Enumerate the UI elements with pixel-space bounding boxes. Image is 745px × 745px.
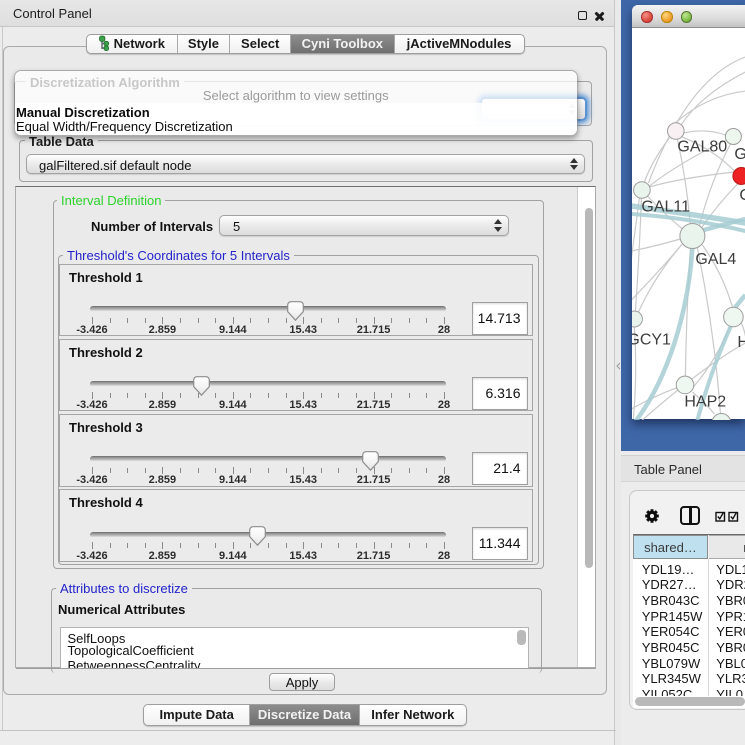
svg-text:GAL4: GAL4 xyxy=(695,251,736,268)
svg-text:HAP2: HAP2 xyxy=(684,393,726,410)
svg-text:GA: GA xyxy=(734,146,745,163)
svg-text:H: H xyxy=(737,334,745,351)
svg-text:C: C xyxy=(739,187,745,204)
svg-text:GAL80: GAL80 xyxy=(677,139,727,156)
svg-text:GCY1: GCY1 xyxy=(632,331,671,348)
svg-text:GAL11: GAL11 xyxy=(641,199,690,216)
